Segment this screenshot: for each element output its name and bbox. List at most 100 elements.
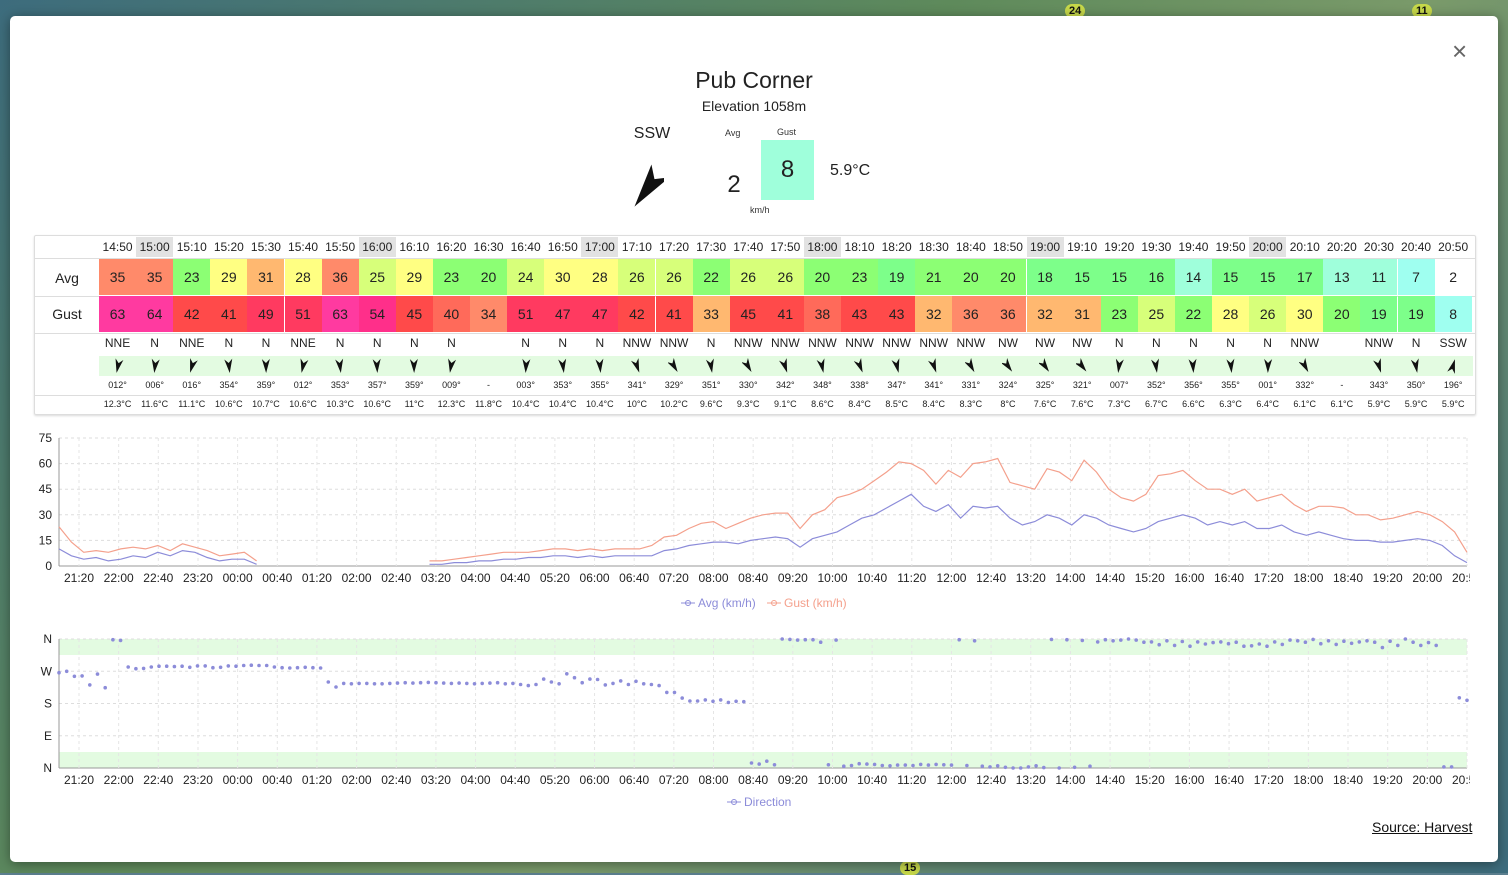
- direction-point: [1357, 640, 1362, 644]
- avg-cell: 35: [99, 259, 137, 295]
- y-tick-label: 15: [39, 533, 53, 547]
- x-tick-label: 21:20: [64, 773, 94, 787]
- time-cell: 14:50: [102, 240, 133, 254]
- direction-point: [942, 763, 946, 767]
- direction-point: [341, 681, 346, 686]
- direction-label-cell: NNW: [845, 336, 874, 350]
- temperature-cell: 10.6°C: [363, 399, 392, 409]
- temperature-cell: 6.1°C: [1293, 399, 1317, 409]
- direction-point: [134, 666, 138, 671]
- direction-degrees-cell: 353°: [330, 380, 350, 390]
- direction-point: [857, 761, 861, 766]
- direction-label-cell: N: [1114, 336, 1124, 350]
- direction-arrow-icon: [1298, 358, 1309, 373]
- avg-cell: 26: [655, 259, 693, 295]
- direction-point: [318, 666, 323, 670]
- direction-point: [1372, 640, 1377, 644]
- direction-point: [895, 763, 900, 767]
- temperature-cell: 11.6°C: [141, 399, 169, 409]
- direction-point: [595, 677, 600, 682]
- direction-point: [1165, 639, 1169, 643]
- y-tick-label: 0: [45, 559, 52, 573]
- time-cell: 18:20: [881, 240, 912, 254]
- x-tick-label: 16:00: [1174, 571, 1204, 585]
- direction-label-cell: NW: [997, 336, 1018, 350]
- temperature-cell: 10.7°C: [252, 399, 280, 409]
- y-tick-label: W: [41, 664, 53, 678]
- direction-point: [703, 698, 708, 702]
- avg-cell: 16: [1137, 259, 1175, 295]
- x-tick-label: 10:00: [817, 773, 847, 787]
- direction-point: [772, 763, 777, 767]
- temperature-cell: 10.4°C: [548, 399, 577, 409]
- avg-cell: 15: [1212, 259, 1250, 295]
- direction-point: [1219, 640, 1223, 644]
- direction-point: [734, 699, 738, 704]
- direction-point: [449, 681, 454, 686]
- time-cell: 17:40: [733, 240, 764, 254]
- close-icon[interactable]: ×: [1452, 38, 1467, 64]
- gust-cell: 45: [395, 296, 433, 332]
- temperature-cell: 10°C: [626, 399, 647, 409]
- direction-point: [395, 681, 400, 685]
- direction-point: [672, 690, 677, 695]
- x-tick-label: 00:00: [223, 571, 253, 585]
- direction-point: [57, 670, 61, 675]
- direction-point: [103, 685, 107, 690]
- x-tick-label: 12:00: [936, 571, 966, 585]
- temperature-cell: 10.2°C: [660, 399, 688, 409]
- direction-point: [1103, 637, 1108, 642]
- direction-point: [1188, 644, 1192, 648]
- direction-arrow-icon: [224, 358, 233, 373]
- direction-point: [1419, 643, 1423, 648]
- x-tick-label: 02:40: [381, 571, 411, 585]
- direction-point: [64, 669, 69, 674]
- direction-point: [634, 679, 638, 684]
- time-cell: 19:30: [1141, 240, 1172, 254]
- gust-cell: 64: [136, 296, 174, 332]
- x-tick-label: 16:40: [1214, 571, 1244, 585]
- avg-cell: 29: [395, 259, 433, 295]
- direction-point: [957, 637, 961, 642]
- x-tick-label: 00:40: [262, 571, 292, 585]
- direction-arrow-icon: [522, 358, 531, 373]
- direction-arrow-icon: [927, 358, 937, 373]
- x-tick-label: 02:00: [342, 571, 372, 585]
- temperature-cell: 8.4°C: [848, 399, 871, 409]
- direction-degrees-cell: 324°: [998, 380, 1018, 390]
- time-cell: 17:20: [659, 240, 690, 254]
- x-tick-label: 22:40: [143, 571, 173, 585]
- x-tick-label: 13:20: [1016, 571, 1046, 585]
- direction-arrow-icon: [595, 358, 604, 373]
- direction-point: [1326, 639, 1331, 643]
- direction-point: [788, 637, 792, 642]
- direction-arrow-icon: [668, 358, 678, 373]
- direction-point: [657, 683, 661, 688]
- x-tick-label: 22:00: [104, 773, 134, 787]
- direction-point: [1065, 637, 1069, 642]
- direction-point: [1095, 640, 1100, 644]
- avg-cell: 11: [1360, 259, 1398, 295]
- current-direction-arrow-icon: [634, 164, 664, 207]
- time-cell: 15:40: [288, 240, 319, 254]
- direction-point: [95, 672, 100, 676]
- x-tick-label: 12:40: [976, 773, 1006, 787]
- direction-degrees-cell: 359°: [405, 380, 424, 390]
- source-link[interactable]: Source: Harvest: [1372, 819, 1472, 835]
- direction-label-cell: N: [410, 336, 419, 350]
- temperature-cell: 6.3°C: [1219, 399, 1242, 409]
- direction-point: [995, 764, 1000, 768]
- direction-point: [818, 640, 823, 644]
- direction-point: [211, 665, 215, 670]
- direction-arrow-icon: [557, 358, 566, 373]
- direction-degrees-cell: 007°: [1109, 380, 1129, 390]
- direction-point: [141, 666, 146, 671]
- temperature-cell: 10.6°C: [289, 399, 317, 409]
- x-tick-label: 00:40: [262, 773, 292, 787]
- temperature-cell: 8.5°C: [885, 399, 908, 409]
- direction-label-cell: N: [706, 336, 716, 350]
- avg-cell: 26: [766, 259, 804, 295]
- direction-point: [949, 763, 954, 767]
- direction-degrees-cell: 321°: [1072, 380, 1092, 390]
- direction-point: [780, 637, 784, 641]
